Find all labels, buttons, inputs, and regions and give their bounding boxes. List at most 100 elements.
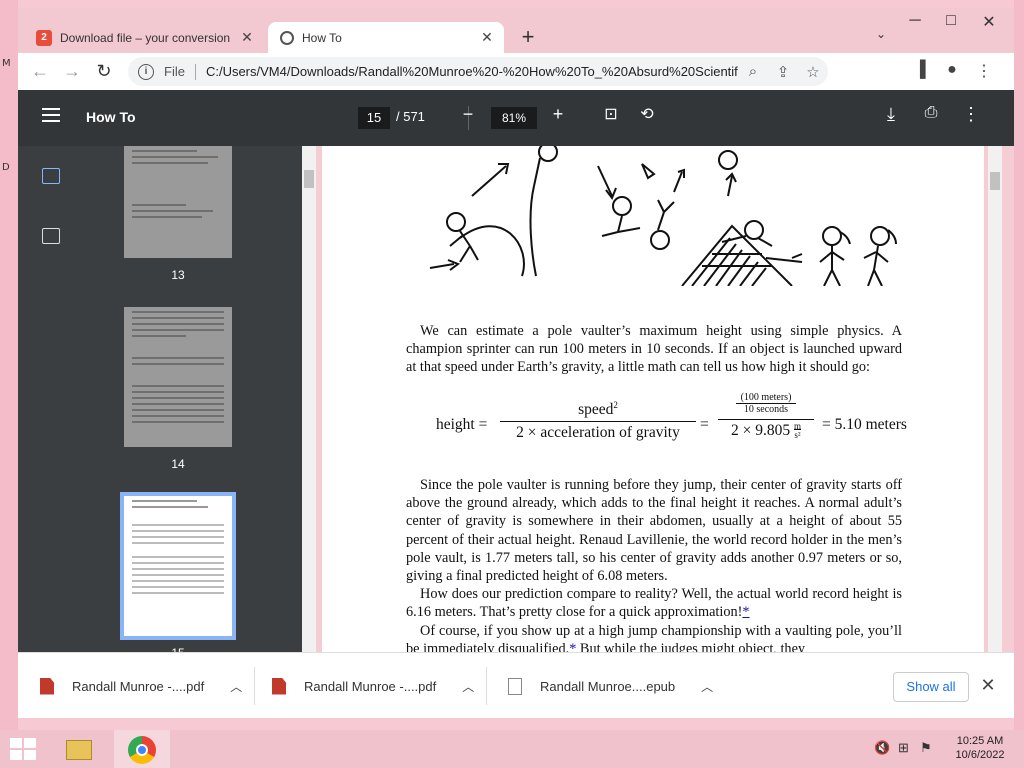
height-equation: height = speed2 2 × acceleration of grav…: [436, 392, 916, 450]
share-icon[interactable]: ⇪: [768, 63, 798, 81]
tab-how-to[interactable]: How To ✕: [268, 22, 504, 53]
address-bar[interactable]: i File C:/Users/VM4/Downloads/Randall%20…: [128, 57, 828, 86]
footnote-link[interactable]: *: [569, 641, 576, 652]
pdf-title: How To: [86, 109, 136, 125]
fraction-speed: speed2 2 × acceleration of gravity: [500, 400, 696, 442]
chevron-up-icon[interactable]: ︿: [701, 678, 713, 695]
desktop-edge-label: D: [2, 162, 10, 173]
paragraph-text: Since the pole vaulter is running before…: [406, 477, 902, 585]
volume-muted-icon[interactable]: 🔇: [874, 740, 890, 756]
tab-search-chevron-icon[interactable]: ⌄: [876, 27, 886, 41]
more-options-icon[interactable]: ⋮: [958, 104, 984, 125]
download-item[interactable]: Randall Munroe -....pdf ︿: [272, 673, 474, 699]
clock-date: 10/6/2022: [955, 749, 1005, 761]
fit-page-icon[interactable]: ⊡: [598, 104, 624, 124]
back-arrow-icon[interactable]: ←: [28, 61, 52, 82]
scrollbar-thumb[interactable]: [990, 172, 1000, 190]
info-icon[interactable]: i: [138, 63, 154, 80]
page-total: / 571: [396, 109, 425, 124]
download-filename: Randall Munroe -....pdf: [304, 678, 437, 694]
divider: [486, 667, 487, 705]
zoom-out-icon[interactable]: −: [455, 104, 481, 125]
print-icon[interactable]: ⎙: [918, 104, 944, 122]
pdf-toolbar: How To 15 / 571 − 81% + ⊡ ⟲ ⤓ ⎙ ⋮: [18, 90, 1014, 146]
url-text[interactable]: C:/Users/VM4/Downloads/Randall%20Munroe%…: [206, 64, 738, 79]
paragraph-text: We can estimate a pole vaulter’s maximum…: [406, 323, 902, 376]
clock-time: 10:25 AM: [956, 735, 1004, 747]
page-number-input[interactable]: 15: [358, 107, 390, 129]
close-window-button[interactable]: ✕: [974, 12, 1004, 32]
download-item[interactable]: Randall Munroe -....pdf ︿: [40, 673, 242, 699]
tab-download-file[interactable]: 2 Download file – your conversion ✕: [24, 22, 264, 53]
chevron-up-icon[interactable]: ︿: [462, 678, 474, 695]
close-tab-icon[interactable]: ✕: [476, 29, 498, 46]
minimize-button[interactable]: ─: [900, 12, 930, 30]
pdf-page: We can estimate a pole vaulter’s maximum…: [322, 146, 984, 652]
rotate-icon[interactable]: ⟲: [634, 104, 660, 124]
thumbnail-page-13[interactable]: [124, 146, 232, 258]
profile-avatar-icon[interactable]: ●: [940, 61, 964, 79]
close-icon[interactable]: ✕: [978, 675, 998, 696]
browser-window: 2 Download file – your conversion ✕ How …: [18, 8, 1014, 718]
scrollbar-thumb[interactable]: [304, 170, 314, 188]
equation-numerator: speed: [578, 401, 614, 419]
equation-denominator: 2 × acceleration of gravity: [500, 421, 696, 442]
download-filename: Randall Munroe....epub: [540, 678, 676, 694]
show-all-button[interactable]: Show all: [893, 672, 969, 702]
chrome-taskbar-button[interactable]: [114, 730, 170, 768]
chevron-up-icon[interactable]: ︿: [230, 678, 242, 695]
desktop-edge: M D: [0, 0, 18, 730]
new-tab-button[interactable]: +: [516, 24, 540, 50]
divider: [194, 63, 196, 80]
side-panel-icon[interactable]: ▐: [908, 61, 932, 79]
pole-vault-illustration: [429, 146, 897, 286]
pdf-file-icon: [40, 677, 54, 695]
more-menu-icon[interactable]: ⋮: [972, 61, 996, 81]
unit-bottom: s²: [794, 429, 801, 441]
file-icon: [508, 677, 522, 695]
network-icon[interactable]: ⊞: [898, 740, 909, 756]
file-explorer-taskbar-button[interactable]: [50, 730, 106, 768]
forward-arrow-icon[interactable]: →: [60, 61, 84, 82]
paragraph-center-of-gravity: Since the pole vaulter is running before…: [406, 476, 902, 652]
footnote-link[interactable]: *: [742, 604, 749, 620]
bookmark-star-icon[interactable]: ☆: [798, 63, 828, 81]
download-filename: Randall Munroe -....pdf: [72, 678, 205, 694]
reload-icon[interactable]: ↻: [92, 61, 116, 82]
equation-denominator-value: 2 × 9.805: [730, 422, 791, 439]
equation-top-value: 100 meters: [743, 392, 789, 403]
thumbnail-page-14[interactable]: [124, 307, 232, 447]
folder-icon: [66, 740, 92, 760]
page-scrollbar[interactable]: [988, 146, 1002, 652]
chrome-icon: [128, 736, 156, 764]
taskbar: 🔇 ⊞ ⚑ 10:25 AM 10/6/2022: [0, 730, 1024, 768]
thumbnail-sidebar: 13 14 15: [18, 146, 302, 652]
zoom-input[interactable]: 81%: [491, 107, 537, 129]
outline-view-icon[interactable]: [42, 228, 60, 244]
browser-toolbar: ← → ↻ i File C:/Users/VM4/Downloads/Rand…: [18, 53, 1014, 90]
equation-equals: =: [700, 416, 709, 433]
windows-start-icon[interactable]: [10, 738, 38, 762]
thumbnail-label: 13: [171, 268, 185, 282]
pdf-file-icon: [272, 677, 286, 695]
system-clock[interactable]: 10:25 AM 10/6/2022: [940, 734, 1020, 762]
zoom-icon[interactable]: ⌕: [738, 63, 768, 80]
paragraph-text: But while the judges might object, they: [579, 640, 806, 652]
download-item[interactable]: Randall Munroe....epub ︿: [508, 673, 713, 699]
maximize-button[interactable]: □: [936, 12, 966, 30]
thumbnail-label: 14: [171, 457, 185, 471]
zoom-in-icon[interactable]: +: [545, 104, 571, 125]
close-tab-icon[interactable]: ✕: [236, 29, 258, 46]
paragraph-intro: We can estimate a pole vaulter’s maximum…: [406, 322, 902, 377]
thumbnail-page-15[interactable]: [120, 492, 236, 640]
hamburger-menu-icon[interactable]: [42, 108, 60, 122]
equation-exponent: 2: [613, 400, 618, 410]
action-center-icon[interactable]: ⚑: [920, 740, 932, 756]
download-icon[interactable]: ⤓: [878, 104, 904, 125]
globe-icon: [280, 30, 294, 45]
sidebar-scrollbar[interactable]: [302, 146, 316, 652]
tab-strip: 2 Download file – your conversion ✕ How …: [18, 8, 1014, 53]
desktop-edge-right: [1014, 0, 1024, 730]
sidebar-nav: [18, 146, 86, 652]
thumbnails-view-icon[interactable]: [42, 168, 60, 184]
